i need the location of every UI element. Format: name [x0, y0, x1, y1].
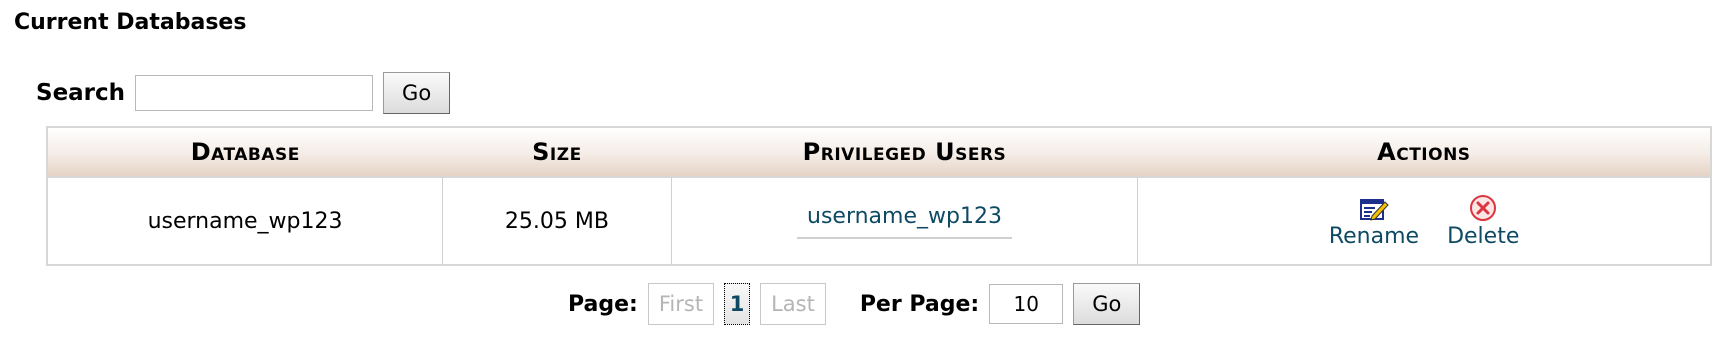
privileged-users-cell: username_wp123	[670, 177, 1138, 265]
pagination: Page: First 1 Last Per Page: Go	[568, 283, 1141, 325]
databases-table: Database Size Privileged Users Actions u…	[46, 126, 1712, 266]
last-page-button[interactable]: Last	[760, 283, 826, 325]
privileged-user-link[interactable]: username_wp123	[797, 204, 1012, 239]
per-page-go-button[interactable]: Go	[1073, 283, 1141, 325]
database-size-cell: 25.05 MB	[442, 177, 672, 265]
column-header-size[interactable]: Size	[442, 127, 672, 178]
search-go-button[interactable]: Go	[383, 72, 451, 114]
rename-label: Rename	[1328, 223, 1420, 249]
column-header-database[interactable]: Database	[47, 127, 443, 178]
page-title: Current Databases	[14, 10, 247, 35]
search-label: Search	[36, 80, 126, 106]
rename-icon	[1359, 198, 1389, 221]
delete-icon	[1470, 194, 1497, 221]
first-page-button[interactable]: First	[647, 283, 715, 325]
table-header-row: Database Size Privileged Users Actions	[47, 127, 1711, 178]
current-page-button[interactable]: 1	[724, 283, 751, 325]
per-page-label: Per Page:	[859, 291, 980, 317]
database-name-cell: username_wp123	[147, 208, 343, 234]
per-page-input[interactable]	[989, 284, 1064, 324]
page-label: Page:	[568, 291, 638, 317]
search-bar: Search Go	[36, 72, 451, 114]
actions-cell: Rename Delete	[1137, 177, 1711, 265]
column-header-actions: Actions	[1137, 127, 1711, 178]
delete-button[interactable]: Delete	[1447, 194, 1519, 249]
rename-button[interactable]: Rename	[1329, 196, 1419, 249]
search-input[interactable]	[135, 75, 374, 111]
column-header-privileged-users: Privileged Users	[671, 127, 1138, 178]
table-row: username_wp123 25.05 MB username_wp123 R…	[47, 177, 1711, 265]
delete-label: Delete	[1447, 223, 1520, 249]
